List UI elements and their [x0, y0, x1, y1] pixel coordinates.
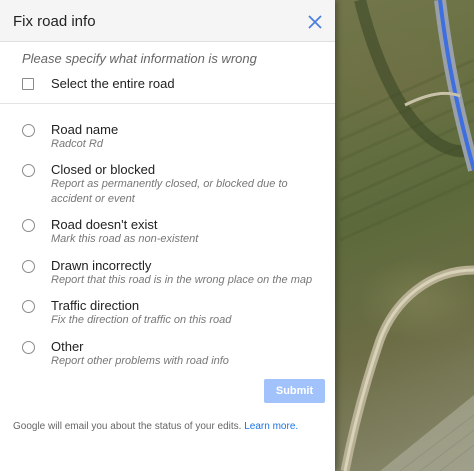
option-other[interactable]: Other Report other problems with road in… — [0, 338, 335, 374]
radio-road-name[interactable] — [22, 124, 35, 137]
close-icon[interactable] — [305, 12, 325, 32]
option-description: Radcot Rd — [51, 138, 103, 150]
option-label: Traffic direction — [51, 298, 140, 313]
radio-drawn-incorrectly[interactable] — [22, 260, 35, 273]
option-label: Drawn incorrectly — [51, 258, 152, 273]
option-description: Mark this road as non-existent — [51, 233, 199, 245]
option-road-doesnt-exist[interactable]: Road doesn't exist Mark this road as non… — [0, 216, 335, 252]
footer-text: Google will email you about the status o… — [13, 421, 242, 432]
option-description: Report that this road is in the wrong pl… — [51, 274, 313, 286]
option-road-name[interactable]: Road name Radcot Rd — [0, 121, 335, 157]
submit-button[interactable]: Submit — [264, 379, 325, 403]
radio-closed-or-blocked[interactable] — [22, 164, 35, 177]
divider — [0, 103, 335, 104]
option-description: Report as permanently closed, or blocked… — [51, 178, 288, 205]
select-entire-road-checkbox[interactable] — [22, 78, 34, 90]
option-label: Closed or blocked — [51, 162, 156, 177]
dialog-header: Fix road info — [0, 0, 335, 42]
dialog-title: Fix road info — [13, 13, 96, 30]
option-label: Road doesn't exist — [51, 217, 158, 232]
option-traffic-direction[interactable]: Traffic direction Fix the direction of t… — [0, 297, 335, 333]
footer-note: Google will email you about the status o… — [13, 421, 298, 432]
radio-other[interactable] — [22, 341, 35, 354]
fix-road-info-dialog: Fix road info Please specify what inform… — [0, 0, 335, 471]
option-description: Report other problems with road info — [51, 355, 229, 367]
close-button[interactable] — [305, 12, 325, 32]
option-drawn-incorrectly[interactable]: Drawn incorrectly Report that this road … — [0, 257, 335, 293]
learn-more-link[interactable]: Learn more. — [244, 421, 298, 432]
select-entire-road-label[interactable]: Select the entire road — [51, 76, 175, 91]
option-closed-or-blocked[interactable]: Closed or blocked Report as permanently … — [0, 161, 335, 209]
option-label: Other — [51, 339, 84, 354]
instruction-prompt: Please specify what information is wrong — [22, 51, 257, 66]
radio-road-doesnt-exist[interactable] — [22, 219, 35, 232]
option-description: Fix the direction of traffic on this roa… — [51, 314, 232, 326]
option-label: Road name — [51, 122, 119, 137]
radio-traffic-direction[interactable] — [22, 300, 35, 313]
